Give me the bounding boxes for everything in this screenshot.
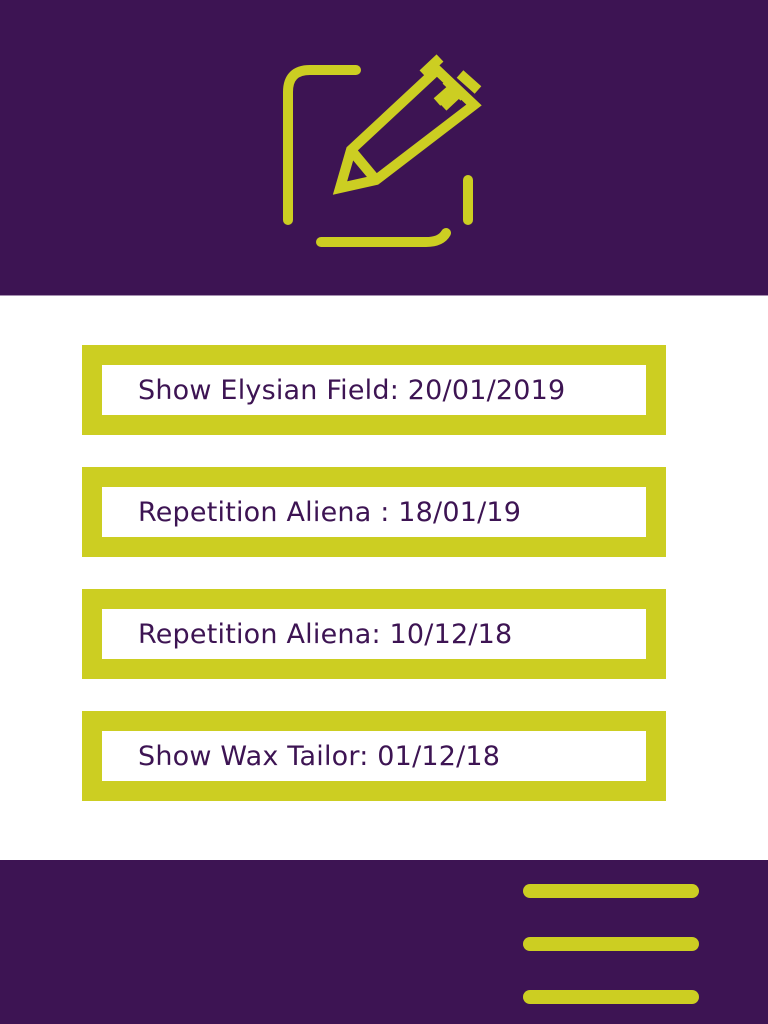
menu-bar	[523, 990, 699, 1004]
list-item[interactable]: Show Wax Tailor: 01/12/18	[82, 711, 666, 801]
list-item-content: Repetition Aliena : 18/01/19	[102, 487, 646, 537]
list-item[interactable]: Show Elysian Field: 20/01/2019	[82, 345, 666, 435]
list-item[interactable]: Repetition Aliena: 10/12/18	[82, 589, 666, 679]
header-divider	[0, 295, 768, 296]
hamburger-menu-icon[interactable]	[518, 880, 704, 1010]
footer	[0, 860, 768, 1024]
menu-bar	[523, 937, 699, 951]
edit-icon[interactable]	[276, 50, 486, 255]
list-item-content: Repetition Aliena: 10/12/18	[102, 609, 646, 659]
list-item-content: Show Wax Tailor: 01/12/18	[102, 731, 646, 781]
list-item-label: Show Elysian Field: 20/01/2019	[138, 374, 566, 406]
list-item-label: Show Wax Tailor: 01/12/18	[138, 740, 501, 772]
menu-bar	[523, 884, 699, 898]
list-item[interactable]: Repetition Aliena : 18/01/19	[82, 467, 666, 557]
list-item-label: Repetition Aliena : 18/01/19	[138, 496, 522, 528]
list-item-content: Show Elysian Field: 20/01/2019	[102, 365, 646, 415]
list-item-label: Repetition Aliena: 10/12/18	[138, 618, 513, 650]
header	[0, 0, 768, 296]
event-list: Show Elysian Field: 20/01/2019 Repetitio…	[82, 345, 666, 833]
